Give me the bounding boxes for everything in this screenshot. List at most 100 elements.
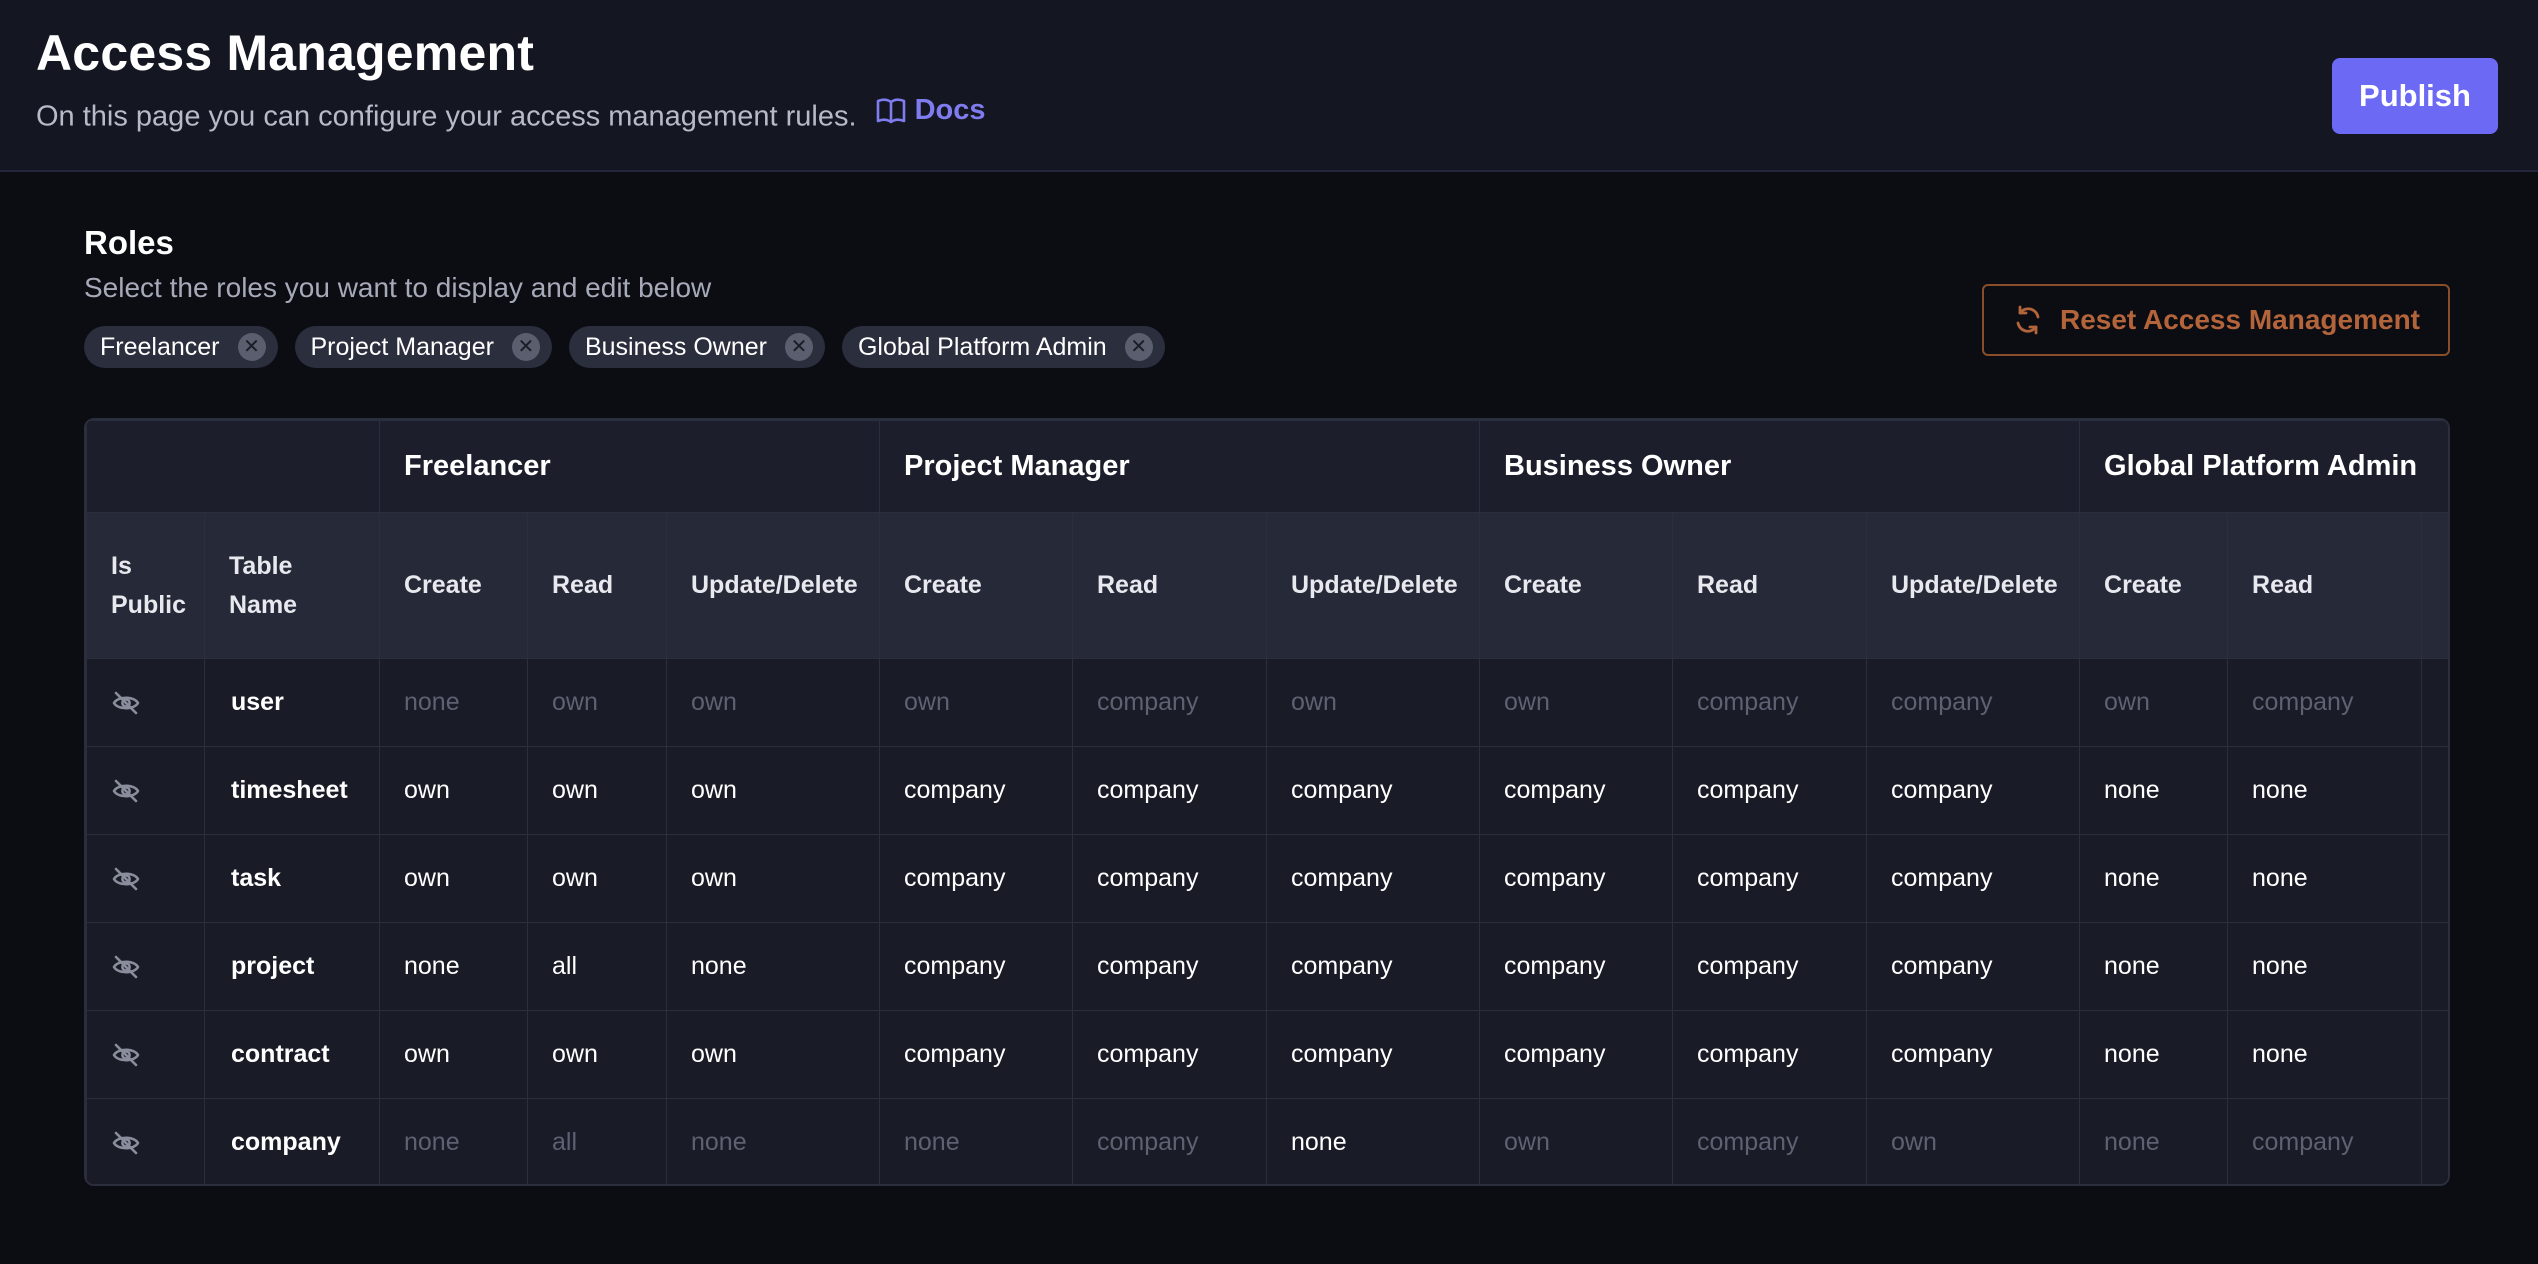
- permission-cell[interactable]: company: [879, 834, 1073, 923]
- permission-cell[interactable]: own: [666, 1010, 880, 1099]
- permission-cell[interactable]: company: [2227, 658, 2423, 747]
- permission-cell[interactable]: company: [1865, 834, 2081, 923]
- is-public-toggle[interactable]: [86, 834, 205, 923]
- permission-cell-overflow: [2421, 746, 2448, 835]
- permission-cell[interactable]: all: [527, 1098, 667, 1184]
- permission-cell[interactable]: own: [527, 746, 667, 835]
- table-name-cell: company: [204, 1098, 380, 1184]
- table-name-cell: timesheet: [204, 746, 380, 835]
- permission-cell[interactable]: own: [379, 834, 528, 923]
- permission-cell[interactable]: none: [1266, 1098, 1480, 1184]
- permission-cell[interactable]: none: [2079, 922, 2229, 1011]
- permission-cell[interactable]: company: [1266, 834, 1480, 923]
- permission-header: Create: [1479, 512, 1673, 659]
- docs-link[interactable]: Docs: [875, 94, 986, 127]
- permission-cell[interactable]: own: [666, 658, 880, 747]
- remove-chip-icon[interactable]: ✕: [237, 333, 266, 361]
- permission-cell[interactable]: company: [1672, 1098, 1867, 1184]
- permission-cell[interactable]: company: [1672, 834, 1867, 923]
- remove-chip-icon[interactable]: ✕: [511, 333, 540, 361]
- is-public-toggle[interactable]: [86, 746, 205, 835]
- permission-cell[interactable]: own: [527, 834, 667, 923]
- permission-cell[interactable]: company: [1672, 658, 1867, 747]
- permission-cell[interactable]: own: [879, 658, 1073, 747]
- chip-label: Global Platform Admin: [857, 332, 1107, 361]
- permission-cell[interactable]: own: [1266, 658, 1480, 747]
- permission-cell[interactable]: company: [1072, 658, 1267, 747]
- permission-cell[interactable]: none: [2079, 1098, 2229, 1184]
- permission-header: Update/Delete: [1865, 512, 2081, 659]
- permission-cell[interactable]: company: [1865, 746, 2081, 835]
- eye-off-icon: [112, 1043, 140, 1066]
- page-title: Access Management: [36, 25, 535, 81]
- reset-access-management-button[interactable]: Reset Access Management: [1982, 284, 2450, 356]
- permission-header: Read: [527, 512, 667, 659]
- permission-cell[interactable]: company: [1266, 746, 1480, 835]
- permission-cell[interactable]: none: [2079, 746, 2229, 835]
- permission-cell[interactable]: company: [1479, 922, 1673, 1011]
- permission-cell[interactable]: none: [2079, 834, 2229, 923]
- permission-cell[interactable]: company: [1865, 658, 2081, 747]
- is-public-toggle[interactable]: [86, 1098, 205, 1184]
- permission-cell[interactable]: company: [879, 746, 1073, 835]
- permission-cell[interactable]: company: [1072, 834, 1267, 923]
- permission-cell[interactable]: company: [879, 922, 1073, 1011]
- permission-cell[interactable]: own: [1479, 1098, 1673, 1184]
- permission-cell[interactable]: company: [1072, 922, 1267, 1011]
- permission-cell[interactable]: none: [2227, 1010, 2423, 1099]
- table-row: user none own own own company own own company com…: [86, 658, 2448, 747]
- permission-cell[interactable]: none: [2227, 922, 2423, 1011]
- permission-cell[interactable]: company: [2227, 1098, 2423, 1184]
- permission-header: Create: [379, 512, 528, 659]
- roles-title: Roles: [84, 224, 174, 261]
- remove-chip-icon[interactable]: ✕: [784, 333, 813, 361]
- permission-cell[interactable]: none: [2227, 834, 2423, 923]
- permission-cell[interactable]: none: [2227, 746, 2423, 835]
- permission-cell[interactable]: none: [879, 1098, 1073, 1184]
- permission-cell[interactable]: company: [1072, 1010, 1267, 1099]
- permission-cell[interactable]: own: [1865, 1098, 2081, 1184]
- permission-cell[interactable]: company: [1865, 922, 2081, 1011]
- permission-cell[interactable]: own: [527, 658, 667, 747]
- permission-cell[interactable]: company: [1672, 922, 1867, 1011]
- permission-cell[interactable]: none: [666, 922, 880, 1011]
- permission-cell[interactable]: company: [1672, 1010, 1867, 1099]
- table-name-cell: project: [204, 922, 380, 1011]
- permission-cell[interactable]: company: [1266, 922, 1480, 1011]
- permission-cell[interactable]: company: [1865, 1010, 2081, 1099]
- permission-cell[interactable]: none: [379, 922, 528, 1011]
- permission-cell[interactable]: own: [527, 1010, 667, 1099]
- role-chip-business-owner: Business Owner ✕: [568, 326, 825, 368]
- col-is-public: Is Public: [86, 512, 205, 659]
- permission-header: Read: [1072, 512, 1267, 659]
- permission-cell[interactable]: company: [1479, 1010, 1673, 1099]
- role-chip-project-manager: Project Manager ✕: [294, 326, 552, 368]
- is-public-toggle[interactable]: [86, 658, 205, 747]
- permission-cell[interactable]: company: [1266, 1010, 1480, 1099]
- permission-cell[interactable]: own: [379, 1010, 528, 1099]
- remove-chip-icon[interactable]: ✕: [1124, 333, 1153, 361]
- permission-header: Create: [879, 512, 1073, 659]
- publish-button[interactable]: Publish: [2332, 58, 2498, 134]
- permission-cell[interactable]: none: [666, 1098, 880, 1184]
- table-row: company none all none none company none own comp…: [86, 1098, 2448, 1184]
- permission-cell[interactable]: none: [379, 658, 528, 747]
- permission-cell[interactable]: company: [1479, 834, 1673, 923]
- permission-cell[interactable]: own: [1479, 658, 1673, 747]
- is-public-toggle[interactable]: [86, 1010, 205, 1099]
- role-group-row: Freelancer Project Manager Business Owne…: [86, 420, 2448, 513]
- permission-cell[interactable]: none: [2079, 1010, 2229, 1099]
- group-global-platform-admin: Global Platform Admin: [2079, 420, 2448, 513]
- permission-cell[interactable]: company: [1672, 746, 1867, 835]
- permission-cell[interactable]: own: [666, 746, 880, 835]
- permission-cell[interactable]: own: [666, 834, 880, 923]
- permission-cell[interactable]: none: [379, 1098, 528, 1184]
- permission-cell[interactable]: own: [2079, 658, 2229, 747]
- permission-cell[interactable]: own: [379, 746, 528, 835]
- permission-cell[interactable]: company: [1072, 746, 1267, 835]
- permission-cell[interactable]: company: [879, 1010, 1073, 1099]
- permission-cell[interactable]: company: [1479, 746, 1673, 835]
- permission-cell[interactable]: company: [1072, 1098, 1267, 1184]
- permission-cell[interactable]: all: [527, 922, 667, 1011]
- is-public-toggle[interactable]: [86, 922, 205, 1011]
